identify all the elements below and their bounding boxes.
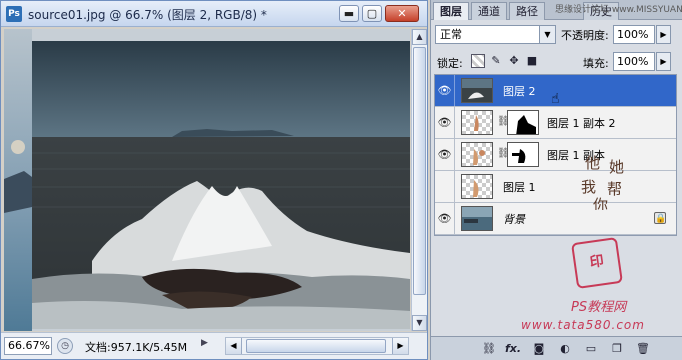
layer-thumbnail bbox=[461, 206, 493, 231]
fill-label: 填充: bbox=[583, 57, 609, 70]
zoom-field[interactable]: 66.67% bbox=[4, 337, 52, 355]
blend-mode-select[interactable]: 正常 ▼ bbox=[435, 25, 556, 44]
layer-row-background[interactable]: 👁 背景 🔒 bbox=[435, 203, 676, 235]
horizontal-scrollbar[interactable]: ◀ ▶ bbox=[225, 337, 409, 355]
eye-icon[interactable]: 👁 bbox=[435, 107, 455, 138]
eye-icon[interactable]: 👁 bbox=[435, 139, 455, 170]
svg-text:我: 我 bbox=[581, 178, 596, 196]
tab-channels[interactable]: 通道 bbox=[471, 2, 507, 20]
fill-field[interactable]: 100% bbox=[613, 52, 655, 71]
url-watermark: www.tata580.com bbox=[521, 318, 645, 332]
layers-panel: 图层 通道 路径 历史 思缘设计论坛 www.MISSYUAN.COM 正常 ▼… bbox=[430, 0, 682, 360]
calligraphy-watermark: 他 她 我 帮 你 bbox=[581, 154, 624, 210]
layer-name[interactable]: 图层 1 bbox=[503, 179, 536, 195]
lock-transparency-icon[interactable] bbox=[471, 54, 485, 68]
site-watermark: PS教程网 bbox=[571, 300, 627, 315]
layer-mask-thumbnail[interactable] bbox=[507, 142, 539, 167]
scroll-right-icon[interactable]: ▶ bbox=[392, 338, 408, 354]
chevron-down-icon[interactable]: ▼ bbox=[539, 26, 555, 43]
wave-photo[interactable] bbox=[32, 41, 410, 329]
document-info: 文档:957.1K/5.45M bbox=[85, 341, 188, 354]
layer-thumbnail bbox=[461, 110, 493, 135]
panel-bottom-bar: ⛓ fx. ◙ ◐ ▭ ❐ 🗑 bbox=[431, 336, 682, 360]
folder-icon[interactable]: ▭ bbox=[583, 341, 599, 357]
lock-all-icon[interactable]: ■ bbox=[525, 54, 539, 68]
eye-icon[interactable]: 👁 bbox=[435, 75, 455, 106]
opacity-arrow-icon[interactable]: ▶ bbox=[656, 25, 671, 44]
lock-brush-icon[interactable]: ✎ bbox=[489, 54, 503, 68]
new-layer-icon[interactable]: ❐ bbox=[609, 341, 625, 357]
layer-row-layer-1-copy-2[interactable]: 👁 ⛓ 图层 1 副本 2 bbox=[435, 107, 676, 139]
layer-name[interactable]: 图层 1 副本 2 bbox=[547, 115, 616, 131]
tab-layers[interactable]: 图层 bbox=[433, 2, 469, 20]
hand-cursor-icon: ☝ bbox=[551, 91, 560, 107]
seal-stamp: 印 bbox=[571, 237, 623, 289]
scroll-down-icon[interactable]: ▼ bbox=[412, 315, 427, 331]
layer-thumbnail bbox=[461, 78, 493, 103]
canvas-area[interactable] bbox=[4, 29, 410, 331]
opacity-field[interactable]: 100% bbox=[613, 25, 655, 44]
link-icon: ⛓ bbox=[497, 116, 510, 127]
layer-list: 👁 图层 2 ☝ 👁 ⛓ 图层 1 副本 2 👁 ⛓ 图层 1 副本 图层 1 … bbox=[434, 74, 677, 236]
info-arrow-icon[interactable]: ▶ bbox=[201, 338, 208, 348]
eye-icon[interactable]: 👁 bbox=[435, 203, 455, 234]
link-layers-icon[interactable]: ⛓ bbox=[481, 341, 497, 357]
horizontal-scroll-thumb[interactable] bbox=[246, 339, 386, 353]
status-menu-icon[interactable]: ◷ bbox=[57, 338, 73, 354]
vertical-scrollbar[interactable]: ▲ ▼ bbox=[411, 29, 427, 331]
svg-text:他: 他 bbox=[585, 154, 600, 172]
add-mask-icon[interactable]: ◙ bbox=[531, 341, 547, 357]
panel-tabs: 图层 通道 路径 历史 思缘设计论坛 www.MISSYUAN.COM bbox=[431, 0, 682, 20]
maximize-button[interactable]: ▢ bbox=[362, 5, 382, 22]
adjustment-icon[interactable]: ◐ bbox=[557, 341, 573, 357]
document-title: source01.jpg @ 66.7% (图层 2, RGB/8) * bbox=[28, 8, 267, 22]
minimize-button[interactable]: ▬ bbox=[339, 5, 359, 22]
document-window: Ps source01.jpg @ 66.7% (图层 2, RGB/8) * … bbox=[0, 0, 428, 360]
layer-thumbnail bbox=[461, 174, 493, 199]
layer-mask-thumbnail[interactable] bbox=[507, 110, 539, 135]
svg-text:她: 她 bbox=[609, 158, 624, 176]
tab-paths[interactable]: 路径 bbox=[509, 2, 545, 20]
lock-icon: 🔒 bbox=[654, 212, 667, 224]
trash-icon[interactable]: 🗑 bbox=[635, 341, 651, 357]
status-bar: 66.67% ◷ 文档:957.1K/5.45M ▶ ◀ ▶ bbox=[1, 332, 427, 359]
forum-watermark: 思缘设计论坛 www.MISSYUAN.COM bbox=[555, 5, 682, 15]
underlying-layer-strip bbox=[4, 29, 32, 331]
layer-name[interactable]: 背景 bbox=[503, 211, 525, 227]
eye-hidden-icon[interactable] bbox=[435, 171, 455, 202]
blend-mode-value: 正常 bbox=[440, 28, 462, 41]
fx-icon[interactable]: fx. bbox=[505, 341, 521, 357]
svg-text:帮: 帮 bbox=[607, 180, 622, 198]
lock-move-icon[interactable]: ✥ bbox=[507, 54, 521, 68]
layer-row-layer-1[interactable]: 图层 1 bbox=[435, 171, 676, 203]
layer-name[interactable]: 图层 2 bbox=[503, 83, 536, 99]
link-icon: ⛓ bbox=[497, 148, 510, 159]
vertical-scroll-thumb[interactable] bbox=[413, 47, 426, 295]
scroll-up-icon[interactable]: ▲ bbox=[412, 29, 427, 45]
fill-arrow-icon[interactable]: ▶ bbox=[656, 52, 671, 71]
photoshop-icon: Ps bbox=[6, 6, 22, 22]
opacity-label: 不透明度: bbox=[561, 29, 609, 42]
layer-thumbnail bbox=[461, 142, 493, 167]
layer-row-layer-1-copy[interactable]: 👁 ⛓ 图层 1 副本 bbox=[435, 139, 676, 171]
svg-text:你: 你 bbox=[593, 196, 608, 210]
layer-row-layer-2[interactable]: 👁 图层 2 ☝ bbox=[435, 75, 676, 107]
lock-label: 锁定: bbox=[437, 57, 463, 70]
scroll-left-icon[interactable]: ◀ bbox=[226, 338, 242, 354]
close-button[interactable]: ✕ bbox=[385, 5, 419, 22]
document-title-bar[interactable]: Ps source01.jpg @ 66.7% (图层 2, RGB/8) * … bbox=[1, 1, 427, 27]
